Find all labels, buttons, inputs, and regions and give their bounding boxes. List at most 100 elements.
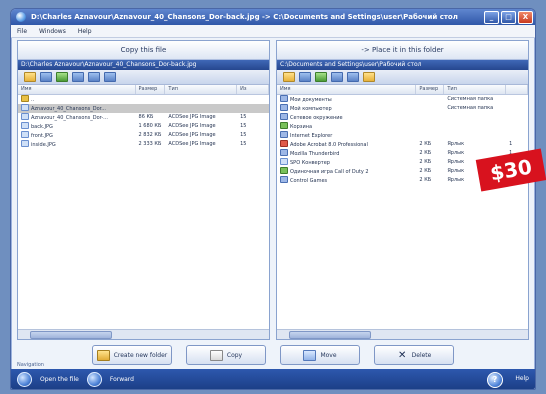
file-extra [506,131,528,140]
title-bar: D:\Charles Aznavour\Aznavour_40_Chansons… [11,9,535,25]
refresh-icon[interactable] [315,72,327,82]
recycle-bin-icon [280,122,288,129]
refresh-icon[interactable] [56,72,68,82]
folder-up-icon [21,95,29,102]
file-name: inside.JPG [31,142,56,148]
file-name: Мой компьютер [290,106,332,112]
source-column-headers: Имя Размер Тип Из [18,85,269,95]
app-icon [16,12,26,22]
file-name: SPO Конвертер [290,160,330,166]
list-item[interactable]: Adobe Acrobat 8.0 Professional 2 КБ Ярлы… [277,140,528,149]
source-toolbar [18,70,269,85]
copy-button[interactable]: Copy [186,345,266,365]
copy-label: Copy [226,351,243,359]
destination-column-headers: Имя Размер Тип [277,85,528,95]
create-folder-button[interactable]: Create new folder [92,345,172,365]
delete-label: Delete [411,351,432,359]
menu-windows[interactable]: Windows [39,28,66,35]
file-type [165,104,237,113]
back-arrow-icon[interactable] [17,371,32,387]
source-path: D:\Charles Aznavour\Aznavour_40_Chansons… [18,60,269,70]
file-size: 2 832 КБ [138,132,162,138]
list-icon[interactable] [88,72,100,82]
file-extra: 15 [240,123,247,129]
up-folder-icon[interactable] [24,72,36,82]
destination-pane: -> Place it in this folder C:\Documents … [276,40,529,340]
new-folder-icon[interactable] [363,72,375,82]
list-item[interactable]: .. [18,95,269,104]
forward-arrow-icon[interactable] [86,371,102,387]
file-extra [237,104,269,113]
list-item[interactable]: Корзина [277,122,528,131]
column-extra[interactable]: Из [237,85,269,94]
help-icon[interactable]: ? [487,372,503,388]
file-extra: 15 [240,141,247,147]
list-item[interactable]: Сетевое окружение [277,113,528,122]
view-icon[interactable] [40,72,52,82]
source-scroll-thumb[interactable] [30,331,112,339]
internet-explorer-icon [280,131,288,138]
bottom-bar: Open the file Forward ? Help [11,369,535,389]
action-bar: Create new folder Copy Move ✕ Delete [17,344,529,366]
file-extra [506,122,528,131]
destination-scroll-thumb[interactable] [289,331,371,339]
file-size: 2 КБ [419,177,432,183]
file-extra [506,104,528,113]
column-size[interactable]: Размер [416,85,445,94]
close-button[interactable]: X [518,11,533,24]
list-item[interactable]: back.JPG 1 680 КБ ACDSee JPG Image 15 [18,122,269,131]
file-type [444,131,506,140]
back-label[interactable]: Open the file [40,376,79,383]
details-icon[interactable] [72,72,84,82]
file-extra [506,113,528,122]
up-folder-icon[interactable] [283,72,295,82]
list-item[interactable]: front.JPG 2 832 КБ ACDSee JPG Image 15 [18,131,269,140]
file-extra: 15 [240,114,247,120]
list-item[interactable]: Internet Explorer [277,131,528,140]
menu-help[interactable]: Help [78,28,92,35]
forward-label[interactable]: Forward [110,376,134,383]
copy-icon [209,349,223,361]
file-size [416,122,444,131]
minimize-button[interactable]: _ [484,11,499,24]
help-label[interactable]: Help [515,375,529,382]
file-type: ACDSee JPG Image [168,123,216,129]
list-item[interactable]: Мои документы Системная папка [277,95,528,104]
thunderbird-icon [280,149,288,156]
file-name: Одиночная игра Call of Duty 2 [290,169,369,175]
move-button[interactable]: Move [280,345,360,365]
source-scrollbar[interactable] [18,329,269,339]
game-icon [280,167,288,174]
shortcut-icon [280,176,288,183]
delete-button[interactable]: ✕ Delete [374,345,454,365]
column-extra[interactable] [506,85,528,94]
column-type[interactable]: Тип [165,85,238,94]
list-item[interactable]: inside.JPG 2 333 КБ ACDSee JPG Image 15 [18,140,269,149]
list-item-selected[interactable]: Aznavour_40_Chansons_Dor... [18,104,269,113]
file-name: back.JPG [31,124,53,130]
source-pane: Copy this file D:\Charles Aznavour\Aznav… [17,40,270,340]
column-type[interactable]: Тип [444,85,507,94]
column-name[interactable]: Имя [277,85,417,94]
column-size[interactable]: Размер [136,85,166,94]
thumbnails-icon[interactable] [104,72,116,82]
details-icon[interactable] [331,72,343,82]
list-item[interactable]: Aznavour_40_Chansons_Dor-... 86 КБ ACDSe… [18,113,269,122]
destination-scrollbar[interactable] [277,329,528,339]
menu-file[interactable]: File [17,28,27,35]
file-name: Adobe Acrobat 8.0 Professional [290,142,368,148]
view-icon[interactable] [299,72,311,82]
file-size: 2 333 КБ [138,141,162,147]
file-size: 2 КБ [419,168,432,174]
destination-toolbar [277,70,528,85]
navigation-label: Navigation [17,362,44,368]
image-file-icon [21,113,29,120]
file-name: Aznavour_40_Chansons_Dor... [31,106,106,112]
file-name: Сетевое окружение [290,115,343,121]
column-name[interactable]: Имя [18,85,136,94]
list-icon[interactable] [347,72,359,82]
maximize-button[interactable]: □ [501,11,516,24]
list-item[interactable]: Мой компьютер Системная папка [277,104,528,113]
file-type: Системная папка [447,105,494,111]
move-icon [303,349,317,361]
